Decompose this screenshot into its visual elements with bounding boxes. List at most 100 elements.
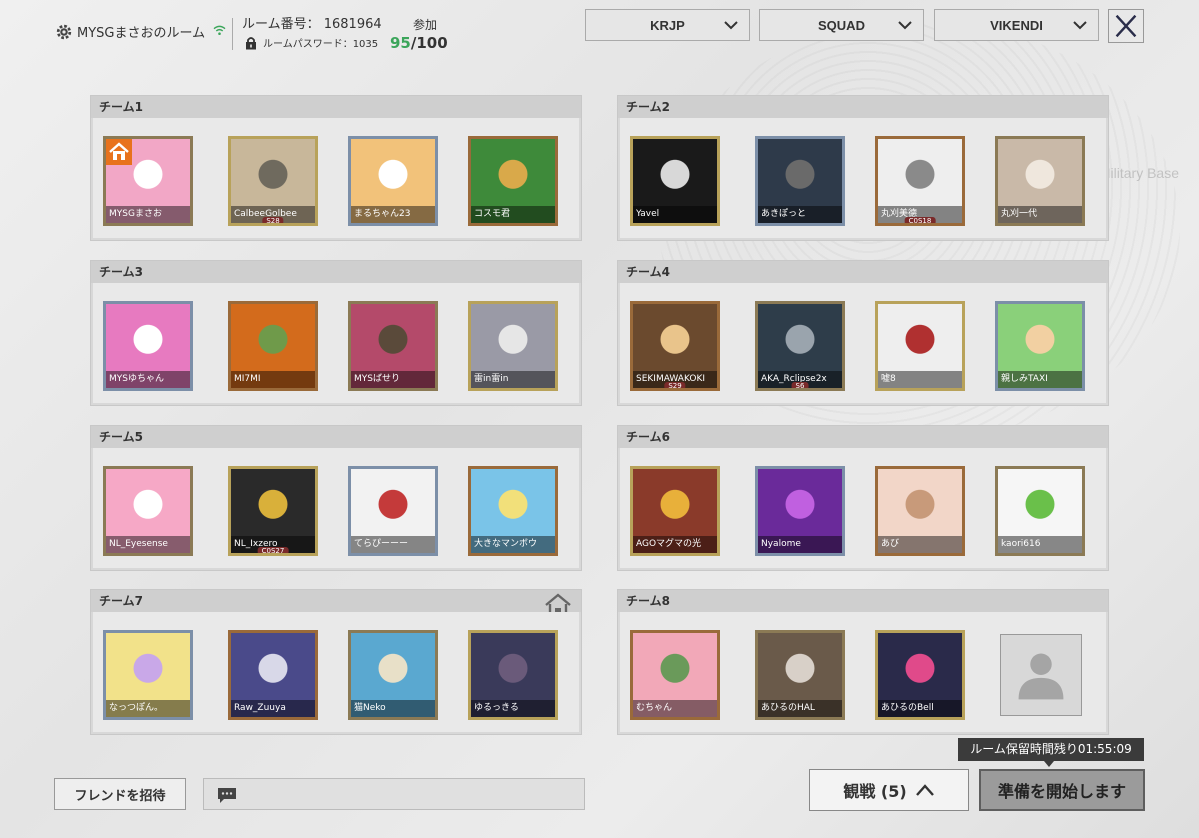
room-password-row: ルームパスワード：1035	[244, 35, 378, 50]
empty-slot[interactable]	[1000, 634, 1082, 716]
player-name: あひるのBell	[878, 700, 962, 717]
player-card[interactable]: 丸刈美德 C0S18	[875, 136, 965, 226]
player-name: MYSゆちゃん	[106, 371, 190, 388]
lock-icon	[244, 36, 258, 50]
player-card[interactable]: あひるのBell	[875, 630, 965, 720]
spectate-button[interactable]: 観戦 (5)	[809, 769, 969, 811]
player-name: あひるのHAL	[758, 700, 842, 717]
player-name: AGOマグマの光	[633, 536, 717, 553]
chat-input[interactable]	[203, 778, 585, 810]
player-card[interactable]: 丸刈一代	[995, 136, 1085, 226]
region-value: KRJP	[650, 17, 685, 33]
player-card[interactable]: MYSゆちゃん	[103, 301, 193, 391]
mode-value: SQUAD	[818, 17, 865, 33]
map-dropdown[interactable]: VIKENDI	[934, 9, 1099, 41]
team-member-area: SEKIMAWAKOKI S29 AKA_Rclipse2x S6 嘘8 親しみTAXI	[618, 283, 1108, 405]
host-home-icon	[106, 139, 132, 165]
player-name: あび	[878, 536, 962, 553]
player-name: ゆるっきる	[471, 700, 555, 717]
chevron-down-icon	[898, 21, 912, 30]
player-card[interactable]: 大きなマンボウ	[468, 466, 558, 556]
player-card[interactable]: MYSばせり	[348, 301, 438, 391]
close-icon	[1115, 14, 1137, 38]
player-name: あきぽっと	[758, 206, 842, 223]
player-card[interactable]: あきぽっと	[755, 136, 845, 226]
season-badge: C0S27	[257, 547, 289, 553]
player-name: NL_Eyesense	[106, 536, 190, 553]
wifi-icon	[213, 25, 226, 39]
player-card[interactable]: 親しみTAXI	[995, 301, 1085, 391]
player-card[interactable]: SEKIMAWAKOKI S29	[630, 301, 720, 391]
team-member-area: AGOマグマの光 Nyalome あび kaori616	[618, 448, 1108, 570]
chevron-down-icon	[724, 21, 738, 30]
player-card[interactable]: まるちゃん23	[348, 136, 438, 226]
player-card[interactable]: なっつぽん。	[103, 630, 193, 720]
player-name: Nyalome	[758, 536, 842, 553]
player-card[interactable]: 雷in雷in	[468, 301, 558, 391]
team-member-area: Yavel あきぽっと 丸刈美德 C0S18 丸刈一代	[618, 118, 1108, 240]
close-button[interactable]	[1108, 9, 1144, 43]
player-name: てらぴーーー	[351, 536, 435, 553]
team-title: チーム5	[91, 426, 581, 448]
join-count: 95/100	[390, 34, 448, 52]
team-member-area: なっつぽん。 Raw_Zuuya 猫Neko ゆるっきる	[91, 612, 581, 734]
room-name: MYSGまさおのルーム	[55, 22, 226, 41]
player-card[interactable]: Yavel	[630, 136, 720, 226]
team-member-area: むちゃん あひるのHAL あひるのBell	[618, 612, 1108, 734]
player-card[interactable]: 猫Neko	[348, 630, 438, 720]
player-name: まるちゃん23	[351, 206, 435, 223]
gear-icon[interactable]	[55, 23, 73, 41]
invite-friends-button[interactable]: フレンドを招待	[54, 778, 186, 810]
player-name: MI7MI	[231, 371, 315, 388]
join-max: 100	[416, 34, 448, 52]
team-title: チーム6	[618, 426, 1108, 448]
team-title: チーム7	[91, 590, 581, 612]
team-panel: チーム7 なっつぽん。 Raw_Zuuya 猫Neko ゆるっきる	[90, 589, 582, 735]
region-dropdown[interactable]: KRJP	[585, 9, 750, 41]
player-card[interactable]: MYSGまさお	[103, 136, 193, 226]
team-panel: チーム5 NL_Eyesense NL_Ixzero C0S27 てらぴーーー 大きなマン…	[90, 425, 582, 571]
player-card[interactable]: あび	[875, 466, 965, 556]
player-card[interactable]: MI7MI	[228, 301, 318, 391]
player-name: むちゃん	[633, 700, 717, 717]
player-card[interactable]: むちゃん	[630, 630, 720, 720]
season-badge: S28	[262, 217, 284, 223]
player-card[interactable]: kaori616	[995, 466, 1085, 556]
player-card[interactable]: てらぴーーー	[348, 466, 438, 556]
player-card[interactable]: AGOマグマの光	[630, 466, 720, 556]
team-title: チーム8	[618, 590, 1108, 612]
map-value: VIKENDI	[990, 17, 1043, 33]
player-name: 大きなマンボウ	[471, 536, 555, 553]
player-name: なっつぽん。	[106, 700, 190, 717]
player-card[interactable]: NL_Ixzero C0S27	[228, 466, 318, 556]
team-member-area: MYSゆちゃん MI7MI MYSばせり 雷in雷in	[91, 283, 581, 405]
player-card[interactable]: コスモ君	[468, 136, 558, 226]
player-name: 猫Neko	[351, 700, 435, 717]
team-panel: チーム4 SEKIMAWAKOKI S29 AKA_Rclipse2x S6 嘘8 親しみT…	[617, 260, 1109, 406]
team-title: チーム1	[91, 96, 581, 118]
player-name: 親しみTAXI	[998, 371, 1082, 388]
season-badge: S6	[791, 382, 809, 388]
player-card[interactable]: ゆるっきる	[468, 630, 558, 720]
start-ready-button[interactable]: 準備を開始します	[979, 769, 1145, 811]
player-card[interactable]: AKA_Rclipse2x S6	[755, 301, 845, 391]
player-name: MYSばせり	[351, 371, 435, 388]
room-name-text: MYSGまさおのルーム	[77, 26, 206, 41]
player-card[interactable]: あひるのHAL	[755, 630, 845, 720]
player-card[interactable]: Raw_Zuuya	[228, 630, 318, 720]
chevron-down-icon	[1073, 21, 1087, 30]
empty-player-icon	[1018, 653, 1064, 700]
player-card[interactable]: Nyalome	[755, 466, 845, 556]
player-card[interactable]: CalbeeGolbee S28	[228, 136, 318, 226]
player-name: Yavel	[633, 206, 717, 223]
player-card[interactable]: 嘘8	[875, 301, 965, 391]
chat-icon	[218, 788, 236, 803]
join-label: 参加	[413, 18, 438, 32]
team-panel: チーム3 MYSゆちゃん MI7MI MYSばせり 雷in雷in	[90, 260, 582, 406]
mode-dropdown[interactable]: SQUAD	[759, 9, 924, 41]
background-map-label: Military Base	[1098, 165, 1179, 181]
player-name: 嘘8	[878, 371, 962, 388]
room-number: ルーム番号： 1681964	[242, 17, 382, 32]
team-member-area: NL_Eyesense NL_Ixzero C0S27 てらぴーーー 大きなマンボウ	[91, 448, 581, 570]
player-card[interactable]: NL_Eyesense	[103, 466, 193, 556]
